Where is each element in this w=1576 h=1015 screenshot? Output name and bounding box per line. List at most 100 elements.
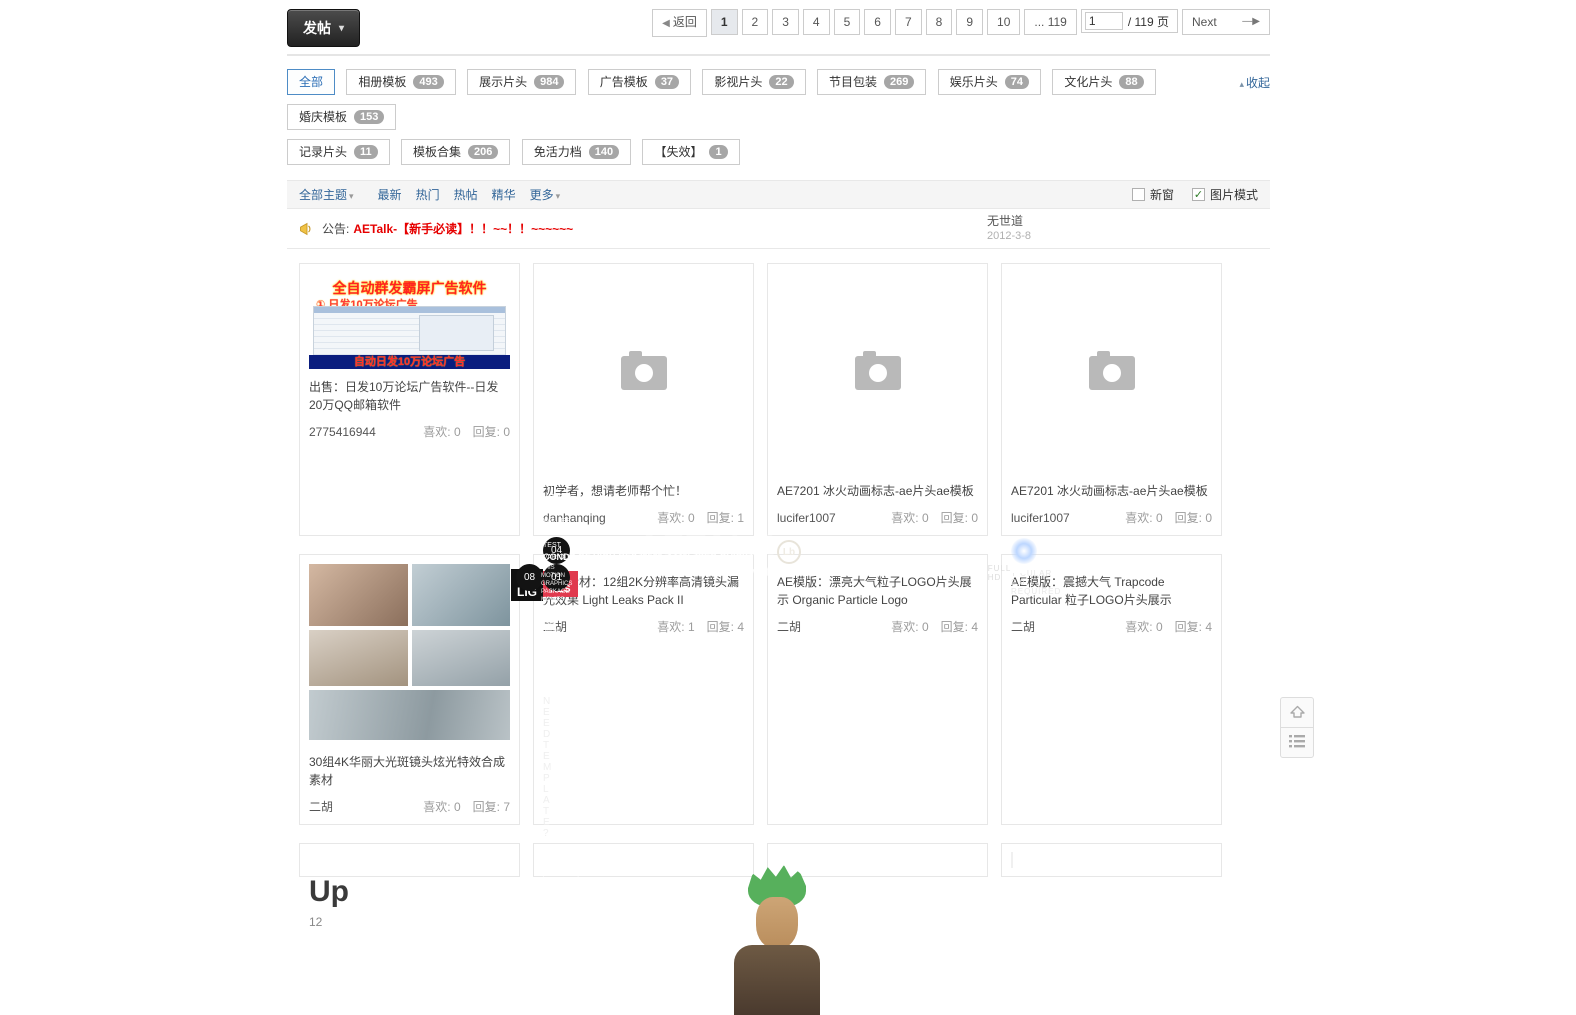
count-badge: 984: [534, 75, 564, 89]
thread-thumbnail[interactable]: [543, 273, 744, 473]
count-badge: 11: [354, 145, 378, 159]
list-icon: [1289, 735, 1305, 751]
thread-card: [1001, 843, 1222, 877]
page-5-button[interactable]: 5: [834, 9, 861, 35]
thread-grid: 全自动群发霸屏广告软件 ① 日发10万论坛广告 ② 日发20万QQ邮箱软件 ③ …: [287, 249, 1270, 877]
thread-title-link[interactable]: AE7201 冰火动画标志-ae片头ae模板: [1011, 484, 1208, 498]
new-window-checkbox[interactable]: [1132, 188, 1145, 201]
thread-stats: 喜欢: 1 回复: 4: [657, 618, 744, 635]
page-3-button[interactable]: 3: [772, 9, 799, 35]
thread-author-link[interactable]: lucifer1007: [777, 511, 836, 525]
next-page-button[interactable]: Next—▶: [1182, 9, 1270, 35]
thread-card: TICULAR 2.0 REQUIRED FULL HD AE模版：震撼大气 T…: [1001, 554, 1222, 825]
category-tab-free[interactable]: 免活力档140: [522, 139, 631, 165]
new-window-option[interactable]: 新窗: [1132, 186, 1174, 203]
thread-thumbnail[interactable]: 全自动群发霸屏广告软件 ① 日发10万论坛广告 ② 日发20万QQ邮箱软件 ③ …: [309, 273, 510, 369]
thread-card: N E E D T E M P L A T E ?: [533, 843, 754, 877]
photo-tile: [412, 564, 511, 626]
thread-author-link[interactable]: 二胡: [777, 618, 801, 635]
thread-title-link[interactable]: AE模版：漂亮大气粒子LOGO片头展示 Organic Particle Log…: [777, 575, 972, 607]
image-mode-label: 图片模式: [1210, 186, 1258, 203]
back-to-top-button[interactable]: [1280, 697, 1314, 728]
category-tab-entertainment[interactable]: 娱乐片头74: [938, 69, 1041, 95]
page-8-button[interactable]: 8: [926, 9, 953, 35]
sort-hot-posts-link[interactable]: 热帖: [454, 186, 478, 203]
list-mode-button[interactable]: [1280, 727, 1314, 758]
category-tab-ads[interactable]: 广告模板37: [588, 69, 691, 95]
category-tab-all[interactable]: 全部: [287, 69, 335, 95]
category-tab-display[interactable]: 展示片头984: [467, 69, 576, 95]
page-6-button[interactable]: 6: [864, 9, 891, 35]
replies-count: 1: [737, 511, 744, 525]
view-options: 新窗 ✓ 图片模式: [1132, 186, 1258, 203]
replies-count: 0: [971, 511, 978, 525]
page-9-button[interactable]: 9: [956, 9, 983, 35]
likes-count: 0: [454, 800, 461, 814]
category-tab-album[interactable]: 相册模板493: [346, 69, 455, 95]
sort-newest-link[interactable]: 最新: [378, 186, 402, 203]
new-window-label: 新窗: [1150, 186, 1174, 203]
announcement-link[interactable]: AETalk-【新手必读】！！~~！！~~~~~~: [353, 220, 573, 237]
replies-label: 回复:: [707, 620, 734, 634]
likes-count: 0: [922, 620, 929, 634]
thread-title-link[interactable]: 30组4K华丽大光斑镜头炫光特效合成素材: [309, 755, 505, 787]
thread-author-link[interactable]: 二胡: [1011, 618, 1035, 635]
likes-label: 喜欢:: [657, 511, 684, 525]
announcement-author[interactable]: 无世道: [987, 214, 1023, 228]
thread-card: AE7201 冰火动画标志-ae片头ae模板 lucifer1007 喜欢: 0…: [1001, 263, 1222, 536]
image-mode-option[interactable]: ✓ 图片模式: [1192, 186, 1258, 203]
thread-thumbnail[interactable]: [777, 273, 978, 473]
caret-down-icon: ▾: [556, 191, 561, 201]
page-7-button[interactable]: 7: [895, 9, 922, 35]
thread-title-link[interactable]: 出售：日发10万论坛广告软件--日发20万QQ邮箱软件: [309, 380, 498, 412]
category-tab-wedding[interactable]: 婚庆模板153: [287, 104, 396, 130]
collapse-link[interactable]: ▴收起: [1239, 74, 1270, 91]
sort-digest-link[interactable]: 精华: [492, 186, 516, 203]
thread-thumbnail[interactable]: [1011, 852, 1013, 868]
page-10-button[interactable]: 10: [987, 9, 1020, 35]
page-4-button[interactable]: 4: [803, 9, 830, 35]
category-tab-documentary[interactable]: 记录片头11: [287, 139, 390, 165]
arrow-left-icon: ◀: [662, 18, 670, 29]
replies-count: 4: [737, 620, 744, 634]
count-badge: 22: [769, 75, 793, 89]
likes-label: 喜欢:: [1125, 620, 1152, 634]
megaphone-icon: [299, 222, 314, 236]
new-post-button[interactable]: 发帖 ▾: [287, 9, 360, 47]
caret-up-icon: ▴: [1239, 79, 1244, 89]
sort-more-dropdown[interactable]: 更多▾: [530, 186, 561, 203]
sort-toolbar: 全部主题▾ 最新 热门 热帖 精华 更多▾ 新窗 ✓ 图片模式: [287, 180, 1270, 209]
thread-author-link[interactable]: 2775416944: [309, 425, 376, 439]
thread-thumbnail[interactable]: [1011, 273, 1212, 473]
ad-footer: 自动日发10万论坛广告: [309, 355, 510, 369]
image-mode-checkbox[interactable]: ✓: [1192, 188, 1205, 201]
thread-author-link[interactable]: 二胡: [309, 798, 333, 815]
category-tab-film[interactable]: 影视片头22: [702, 69, 805, 95]
last-page-button[interactable]: ... 119: [1024, 9, 1076, 35]
page-jump-input[interactable]: [1085, 12, 1123, 30]
thread-author-link[interactable]: lucifer1007: [1011, 511, 1070, 525]
thread-stats: 喜欢: 0 回复: 0: [1125, 509, 1212, 526]
caret-down-icon: ▾: [349, 191, 354, 201]
replies-count: 4: [1205, 620, 1212, 634]
replies-label: 回复:: [1175, 620, 1202, 634]
likes-count: 0: [454, 425, 461, 439]
page-1-button[interactable]: 1: [711, 9, 738, 35]
photo-tile: [412, 630, 511, 686]
count-badge: 153: [354, 110, 384, 124]
sort-popular-link[interactable]: 热门: [416, 186, 440, 203]
ad-headline: 全自动群发霸屏广告软件: [309, 273, 510, 298]
thread-card: GH-RES 12 LIG 01 08 04 THIS MOTION GRAPH…: [533, 554, 754, 825]
side-widget: [1280, 697, 1314, 758]
thread-thumbnail[interactable]: [309, 564, 510, 744]
category-tab-culture[interactable]: 文化片头88: [1052, 69, 1155, 95]
thread-title-link[interactable]: AE7201 冰火动画标志-ae片头ae模板: [777, 484, 974, 498]
likes-count: 0: [1156, 511, 1163, 525]
category-tab-collection[interactable]: 模板合集206: [401, 139, 510, 165]
topic-filter-dropdown[interactable]: 全部主题▾: [299, 186, 354, 203]
category-tab-invalid[interactable]: 【失效】1: [642, 139, 739, 165]
thread-card: 30组4K华丽大光斑镜头炫光特效合成素材 二胡 喜欢: 0 回复: 7: [299, 554, 520, 825]
back-button[interactable]: ◀返回: [652, 9, 707, 37]
category-tab-broadcast[interactable]: 节目包装269: [817, 69, 926, 95]
page-2-button[interactable]: 2: [742, 9, 769, 35]
